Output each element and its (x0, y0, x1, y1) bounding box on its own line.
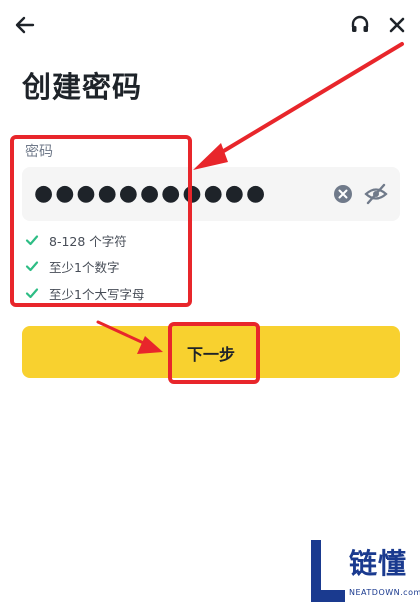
clear-circle-icon[interactable] (333, 184, 353, 204)
watermark-subtext: NEATDOWN.com (349, 588, 420, 597)
close-button[interactable] (382, 10, 412, 40)
close-icon (389, 17, 405, 33)
headset-icon (351, 15, 369, 32)
support-button[interactable] (345, 10, 375, 40)
watermark-text: 链懂 (349, 547, 408, 580)
annotation-box-next (168, 322, 260, 384)
page-title: 创建密码 (22, 70, 143, 104)
annotation-box-password (10, 135, 192, 307)
eye-off-icon[interactable] (364, 183, 388, 205)
arrow-left-icon (15, 16, 35, 34)
back-button[interactable] (10, 10, 40, 40)
annotation-arrow-top (193, 42, 404, 170)
watermark-logo: 链懂 NEATDOWN.com (307, 538, 420, 604)
watermark-logo-mark (311, 540, 345, 602)
